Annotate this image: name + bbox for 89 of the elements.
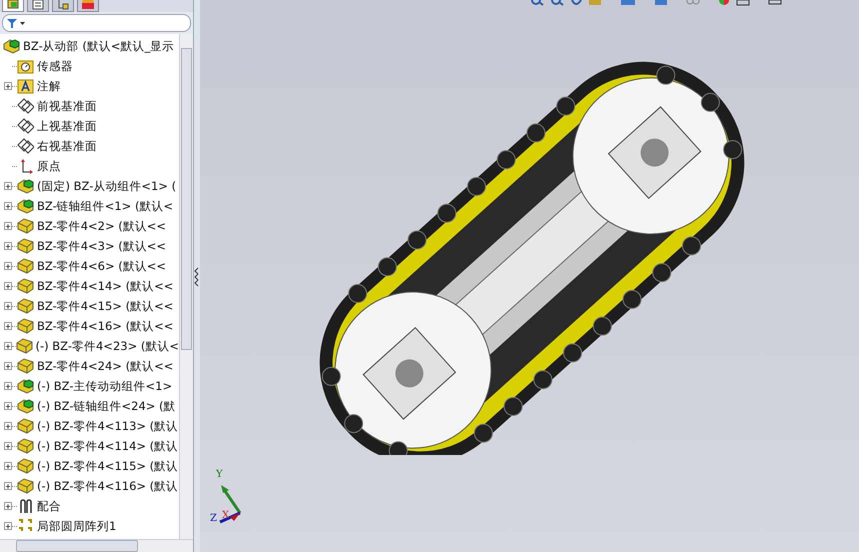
tree-item[interactable]: 传感器	[37, 58, 73, 74]
tree-item[interactable]: 右视基准面	[37, 138, 97, 154]
tree-item[interactable]: BZ-零件4<24> (默认<<	[37, 358, 174, 374]
tree-item[interactable]: BZ-链轴组件<1> (默认<	[37, 198, 174, 214]
tree-item[interactable]: BZ-从动部 (默认<默认_显示	[23, 38, 174, 54]
tree-item[interactable]: (-) BZ-零件4<115> (默认	[37, 458, 178, 474]
sensor-folder-icon	[17, 58, 34, 74]
appearance-icon[interactable]	[718, 0, 730, 6]
tree-item[interactable]: BZ-零件4<2> (默认<<	[37, 218, 166, 234]
tree-item[interactable]: BZ-零件4<16> (默认<<	[37, 318, 174, 334]
rotate-icon[interactable]	[570, 0, 582, 6]
zoom-icon[interactable]	[550, 0, 564, 6]
plane-icon	[17, 138, 34, 154]
tree-item[interactable]: BZ-零件4<3> (默认<<	[37, 238, 166, 254]
expand-toggle[interactable]	[4, 282, 12, 290]
part-icon	[17, 278, 34, 294]
panel-tab[interactable]	[27, 0, 49, 12]
tree-item[interactable]: BZ-零件4<15> (默认<<	[37, 298, 174, 314]
expand-toggle[interactable]	[4, 442, 12, 450]
filter-field[interactable]	[2, 14, 191, 32]
feature-tree-icon	[6, 0, 20, 10]
tree-item[interactable]: (-) BZ-主传动动组件<1>	[37, 378, 172, 394]
expand-toggle[interactable]	[4, 222, 12, 230]
part-icon	[16, 338, 32, 354]
graphics-viewport[interactable]: Y Z X	[200, 0, 859, 552]
axis-label: Z	[210, 514, 217, 524]
plane-icon	[17, 98, 34, 114]
expand-toggle[interactable]	[4, 502, 12, 510]
assembly-icon	[17, 398, 34, 414]
horizontal-scrollbar[interactable]	[0, 539, 193, 552]
paper-clip-icon	[17, 498, 34, 514]
expand-toggle[interactable]	[4, 402, 12, 410]
tree-item[interactable]: BZ-零件4<14> (默认<<	[37, 278, 174, 294]
panel-tab[interactable]	[77, 0, 99, 12]
display-icon	[81, 0, 95, 10]
expand-toggle[interactable]	[4, 462, 12, 470]
configuration-icon	[56, 0, 70, 10]
expand-toggle[interactable]	[4, 322, 12, 330]
expand-toggle[interactable]	[4, 202, 12, 210]
filter-icon[interactable]	[6, 18, 26, 28]
tree-item[interactable]: 前视基准面	[37, 98, 97, 114]
properties-icon	[31, 0, 45, 10]
assembly-icon	[3, 38, 20, 54]
expand-toggle[interactable]	[4, 302, 12, 310]
expand-toggle[interactable]	[4, 82, 12, 90]
expand-toggle[interactable]	[4, 382, 12, 390]
part-icon	[17, 258, 34, 274]
panel-tab[interactable]	[2, 0, 24, 12]
expand-toggle[interactable]	[4, 362, 12, 370]
expand-toggle[interactable]	[4, 262, 12, 270]
axis-label: Y	[216, 470, 223, 480]
tree-item[interactable]: 上视基准面	[37, 118, 97, 134]
part-icon	[17, 238, 34, 254]
tree-item[interactable]: (-) BZ-零件4<116> (默认	[37, 478, 178, 494]
tree-item[interactable]: 注解	[37, 78, 61, 94]
expand-toggle[interactable]	[4, 342, 12, 350]
zoom-icon[interactable]	[530, 0, 544, 6]
assembly-icon	[17, 178, 34, 194]
panel-tab[interactable]	[52, 0, 74, 12]
tree-item[interactable]: (-) BZ-零件4<114> (默认	[37, 438, 178, 454]
part-icon	[17, 418, 34, 434]
part-icon	[17, 318, 34, 334]
tree-item[interactable]: BZ-零件4<6> (默认<<	[37, 258, 166, 274]
expand-toggle[interactable]	[4, 522, 12, 530]
expand-toggle[interactable]	[4, 482, 12, 490]
expand-toggle[interactable]	[4, 242, 12, 250]
expand-toggle[interactable]	[4, 422, 12, 430]
plane-icon	[17, 118, 34, 134]
tree-item[interactable]: 配合	[37, 498, 61, 514]
part-icon	[17, 478, 34, 494]
part-icon	[17, 298, 34, 314]
annotation-folder-icon	[17, 78, 34, 94]
tree-item[interactable]: (-) BZ-链轴组件<24> (默	[37, 398, 176, 414]
tree-item[interactable]: 原点	[37, 158, 61, 174]
tree-item[interactable]: (-) BZ-零件4<23> (默认<	[36, 338, 179, 354]
tree-item[interactable]: (-) BZ-零件4<113> (默认	[37, 418, 178, 434]
circular-pattern-icon	[17, 518, 34, 534]
part-icon	[17, 218, 34, 234]
part-icon	[17, 438, 34, 454]
collapse-arrows-icon[interactable]	[194, 265, 200, 287]
tree-item[interactable]: 局部圆周阵列1	[37, 518, 116, 534]
vertical-scrollbar[interactable]	[179, 34, 193, 539]
assembly-icon	[17, 198, 34, 214]
expand-toggle[interactable]	[4, 182, 12, 190]
part-icon	[17, 458, 34, 474]
part-icon	[17, 358, 34, 374]
assembly-icon	[17, 378, 34, 394]
axis-label: X	[222, 511, 230, 521]
tree-item[interactable]: (固定) BZ-从动组件<1> (	[37, 178, 176, 194]
